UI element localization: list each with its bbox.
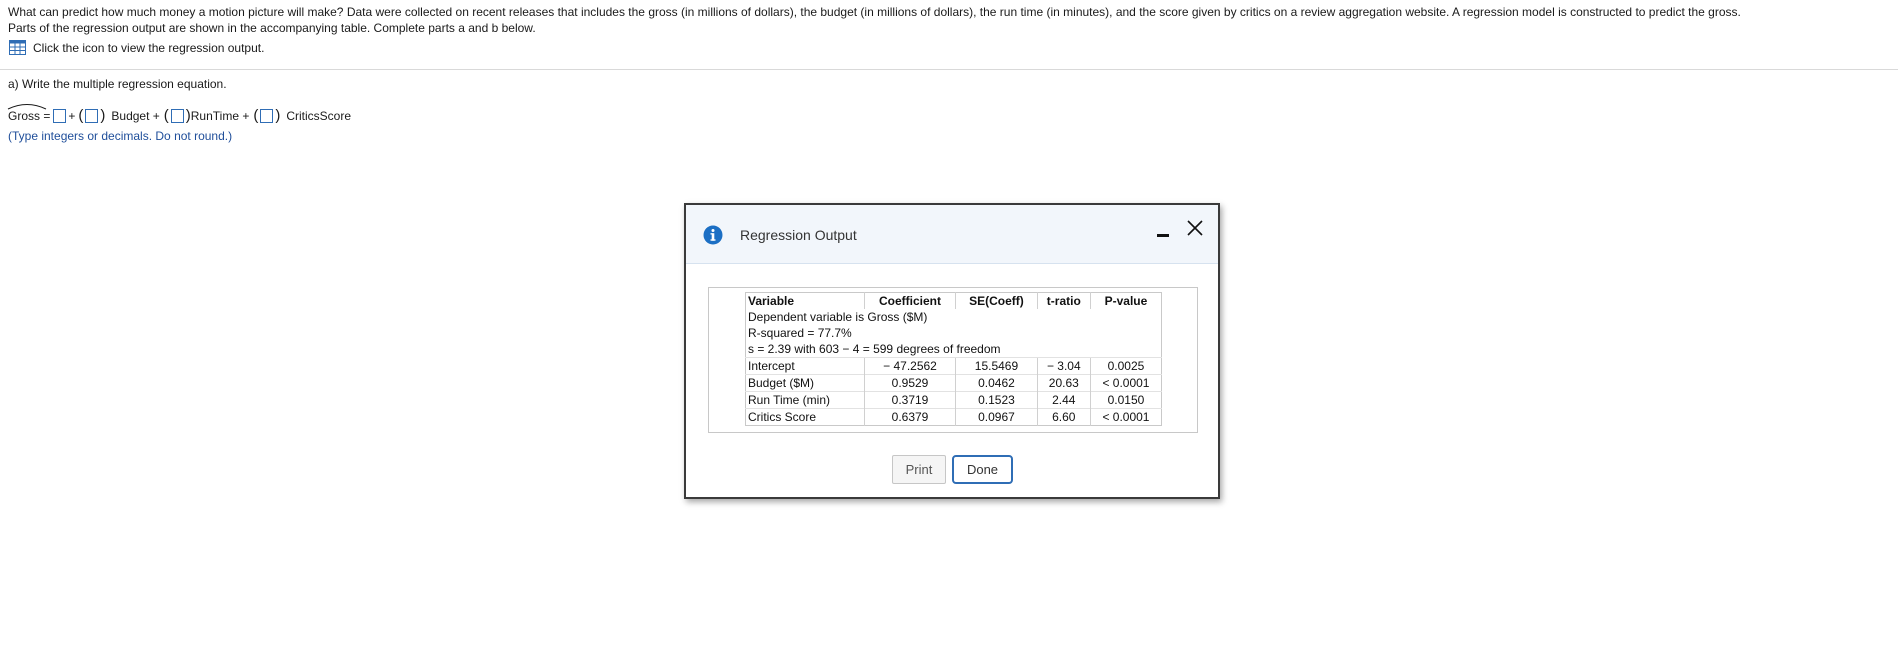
table-cell: Critics Score	[745, 408, 865, 426]
question-line-2: Parts of the regression output are shown…	[8, 21, 536, 35]
equals-sign: =	[43, 109, 51, 123]
table-cell: 0.1523	[955, 391, 1038, 409]
dependent-variable-label: Dependent variable is Gross ($M)	[748, 309, 928, 324]
paren-open: (	[163, 107, 169, 124]
gross-label: Gross	[8, 109, 41, 123]
table-cell: Budget ($M)	[745, 374, 865, 392]
column-header: SE(Coeff)	[955, 292, 1038, 309]
critics-coef-input[interactable]	[260, 109, 274, 123]
gross-hat-label: Gross	[7, 104, 47, 123]
column-header: Variable	[748, 293, 795, 308]
table-cell: 0.0025	[1089, 357, 1162, 375]
answer-hint: (Type integers or decimals. Do not round…	[8, 129, 233, 143]
regression-table: Dependent variable is Gross ($M) R-squar…	[745, 292, 1162, 426]
regression-table-panel: Dependent variable is Gross ($M) R-squar…	[708, 287, 1198, 433]
table-cell: < 0.0001	[1089, 408, 1162, 426]
table-grid-icon[interactable]	[9, 40, 26, 55]
info-icon	[703, 225, 723, 245]
dialog-title: Regression Output	[740, 227, 857, 243]
table-cell: 0.9529	[863, 374, 956, 392]
table-row: Budget ($M) 0.9529 0.0462 20.63 < 0.0001	[745, 374, 1162, 392]
dialog-header: Regression Output	[686, 205, 1218, 264]
question-text: What can predict how much money a motion…	[8, 4, 1890, 36]
table-cell: 2.44	[1036, 391, 1091, 409]
budget-term: Budget +	[111, 109, 160, 123]
done-button[interactable]: Done	[952, 455, 1013, 484]
question-line-1: What can predict how much money a motion…	[8, 5, 1741, 19]
table-cell: 0.6379	[863, 408, 956, 426]
plus-sign: +	[68, 109, 76, 123]
table-cell: < 0.0001	[1089, 374, 1162, 392]
column-header: Coefficient	[863, 292, 956, 309]
table-cell: − 47.2562	[863, 357, 956, 375]
runtime-term: RunTime +	[190, 109, 250, 123]
table-cell: 0.0150	[1089, 391, 1162, 409]
part-a-prompt: a) Write the multiple regression equatio…	[8, 77, 227, 91]
table-row: Run Time (min) 0.3719 0.1523 2.44 0.0150	[745, 391, 1162, 409]
runtime-coef-input[interactable]	[170, 109, 184, 123]
paren-open: (	[78, 107, 84, 124]
table-row: Intercept − 47.2562 15.5469 − 3.04 0.002…	[745, 357, 1162, 375]
regression-equation: Gross = + () Budget + () RunTime + () Cr…	[7, 104, 352, 124]
table-cell: 15.5469	[955, 357, 1038, 375]
regression-output-dialog: Regression Output Dependent variable is …	[684, 203, 1220, 499]
table-cell: 0.3719	[863, 391, 956, 409]
paren-close: )	[275, 107, 281, 124]
table-cell: 0.0462	[955, 374, 1038, 392]
column-header: P-value	[1089, 292, 1162, 309]
view-link-label[interactable]: Click the icon to view the regression ou…	[33, 41, 264, 55]
hat-arc-icon	[7, 104, 47, 110]
intercept-input[interactable]	[53, 109, 67, 123]
s-degrees-label: s = 2.39 with 603 − 4 = 599 degrees of f…	[748, 341, 1001, 356]
table-cell: 6.60	[1036, 408, 1091, 426]
print-button[interactable]: Print	[892, 455, 946, 484]
paren-open: (	[253, 107, 259, 124]
table-cell: 20.63	[1036, 374, 1091, 392]
table-cell: Run Time (min)	[745, 391, 865, 409]
section-divider	[0, 69, 1898, 70]
budget-coef-input[interactable]	[85, 109, 99, 123]
paren-close: )	[100, 107, 106, 124]
view-regression-link[interactable]: Click the icon to view the regression ou…	[9, 40, 264, 55]
table-row: Critics Score 0.6379 0.0967 6.60 < 0.000…	[745, 408, 1162, 426]
column-header: t-ratio	[1036, 292, 1091, 309]
minimize-icon[interactable]	[1156, 227, 1170, 239]
r-squared-label: R-squared = 77.7%	[748, 325, 852, 340]
close-icon[interactable]	[1186, 217, 1204, 239]
table-cell: Intercept	[745, 357, 865, 375]
table-cell: − 3.04	[1036, 357, 1091, 375]
table-cell: 0.0967	[955, 408, 1038, 426]
critics-term: CriticsScore	[286, 109, 352, 123]
